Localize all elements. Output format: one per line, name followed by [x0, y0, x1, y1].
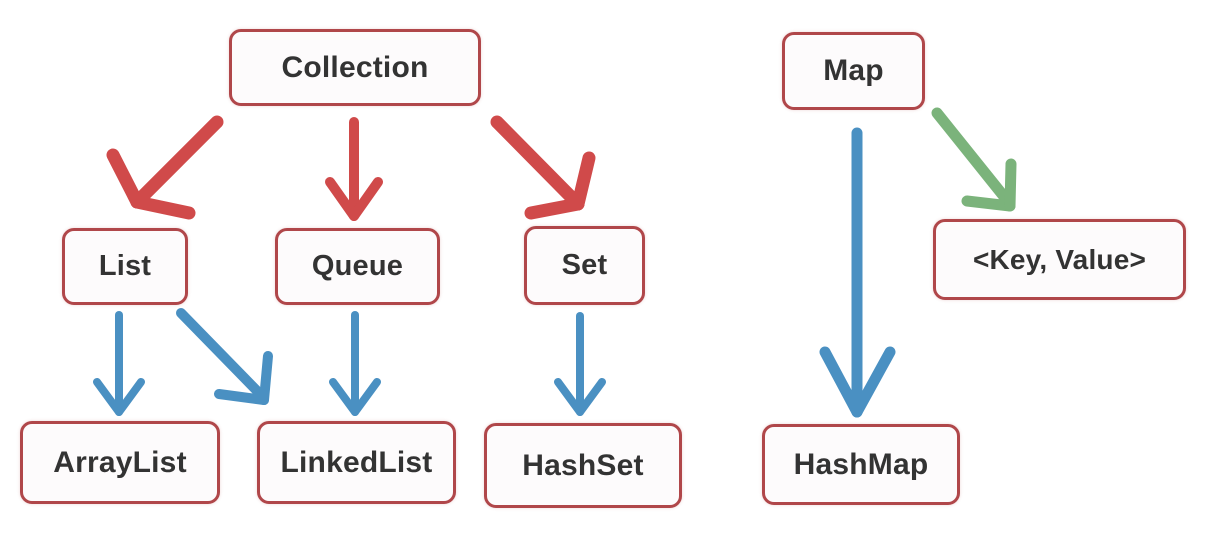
- arrow-collection-to-queue: [325, 117, 383, 221]
- node-collection-label: Collection: [281, 50, 429, 84]
- node-key-value-label: <Key, Value>: [972, 243, 1147, 275]
- arrow-collection-to-list: [106, 115, 224, 220]
- node-collection[interactable]: Collection: [229, 29, 481, 106]
- arrow-list-to-arraylist: [93, 311, 145, 416]
- node-hashmap-label: HashMap: [793, 447, 929, 481]
- arrow-list-to-linkedlist: [176, 308, 273, 405]
- node-linkedlist[interactable]: LinkedList: [257, 421, 456, 504]
- node-hashmap[interactable]: HashMap: [762, 424, 960, 505]
- node-linkedlist-label: LinkedList: [280, 445, 433, 479]
- arrow-map-to-hashmap: [819, 127, 896, 418]
- arrow-queue-to-linkedlist: [329, 311, 381, 416]
- node-map-label: Map: [823, 54, 884, 87]
- node-hashset[interactable]: HashSet: [484, 423, 682, 508]
- node-key-value[interactable]: <Key, Value>: [933, 219, 1186, 300]
- node-hashset-label: HashSet: [522, 448, 644, 482]
- node-list-label: List: [98, 250, 152, 282]
- node-queue[interactable]: Queue: [275, 228, 440, 305]
- node-arraylist[interactable]: ArrayList: [20, 421, 220, 504]
- node-set-label: Set: [561, 249, 608, 281]
- collections-hierarchy-diagram: Collection List Queue Set ArrayList Link…: [0, 0, 1205, 548]
- arrow-map-to-keyvalue: [931, 107, 1017, 212]
- arrow-set-to-hashset: [554, 312, 606, 416]
- node-queue-label: Queue: [311, 250, 404, 282]
- node-set[interactable]: Set: [524, 226, 645, 305]
- arrow-collection-to-set: [490, 115, 596, 220]
- node-list[interactable]: List: [62, 228, 188, 305]
- node-arraylist-label: ArrayList: [53, 445, 187, 479]
- node-map[interactable]: Map: [782, 32, 925, 110]
